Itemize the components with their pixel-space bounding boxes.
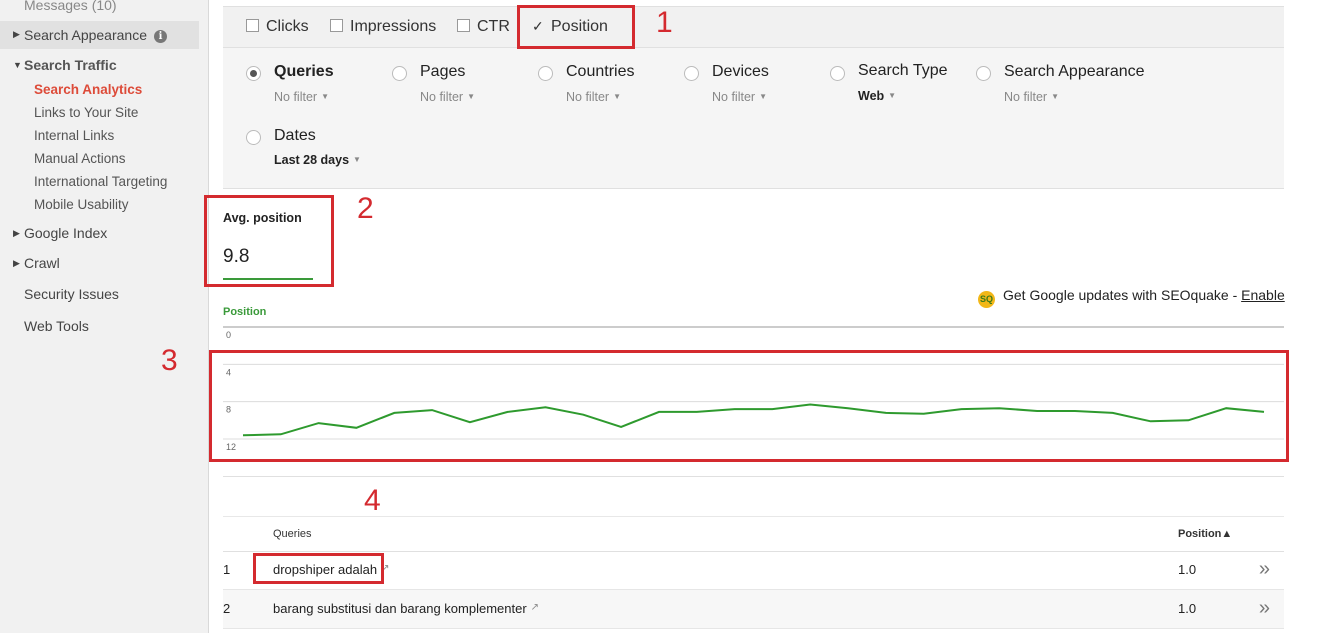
queries-dimension-title[interactable]: Queries <box>274 63 334 81</box>
sidebar-item-search-appearance[interactable]: ▶ Search Appearance i <box>0 21 199 49</box>
search-appearance-filter-dropdown[interactable]: No filter ▼ <box>1004 90 1059 104</box>
annotation-box-4 <box>253 553 384 584</box>
queries-column-header[interactable]: Queries <box>273 528 312 540</box>
dropdown-triangle-icon: ▼ <box>1051 92 1059 101</box>
caret-right-icon: ▶ <box>13 29 20 39</box>
search-type-dimension-title[interactable]: Search Type <box>858 62 948 80</box>
pages-radio[interactable] <box>392 66 407 81</box>
annotation-box-3 <box>209 350 1289 462</box>
seoquake-icon: SQ <box>978 291 995 308</box>
chart-legend-position[interactable]: Position <box>223 306 266 318</box>
sidebar-item-google-index[interactable]: ▶ Google Index <box>0 225 199 245</box>
checkbox-box <box>246 19 259 32</box>
annotation-box-2 <box>204 195 334 287</box>
row-position: 1.0 <box>1178 601 1197 616</box>
countries-filter-dropdown[interactable]: No filter ▼ <box>566 90 621 104</box>
position-column-header[interactable]: Position▲ <box>1178 528 1232 540</box>
dates-dimension-title[interactable]: Dates <box>274 127 316 145</box>
sidebar-item-label: Messages (10) <box>24 0 117 13</box>
sidebar-item-label: Crawl <box>24 255 60 271</box>
sidebar-item-messages[interactable]: Messages (10) <box>0 0 199 17</box>
sidebar-subitem-links-to-your-site[interactable]: Links to Your Site <box>34 105 138 120</box>
sidebar-item-label: Search Traffic <box>24 57 117 73</box>
sidebar-item-web-tools[interactable]: Web Tools <box>0 318 199 338</box>
queries-filter-dropdown[interactable]: No filter ▼ <box>274 90 329 104</box>
countries-radio[interactable] <box>538 66 553 81</box>
sidebar-item-search-traffic[interactable]: ▼ Search Traffic <box>0 57 199 77</box>
sidebar-subitem-internal-links[interactable]: Internal Links <box>34 128 114 143</box>
double-chevron-right-icon[interactable]: » <box>1259 597 1270 620</box>
sidebar-subitem-search-analytics[interactable]: Search Analytics <box>34 82 142 97</box>
sidebar-item-crawl[interactable]: ▶ Crawl <box>0 255 199 275</box>
annotation-number-4: 4 <box>364 484 381 517</box>
info-icon[interactable]: i <box>153 30 167 43</box>
sidebar-subitem-international-targeting[interactable]: International Targeting <box>34 174 167 189</box>
dropdown-triangle-icon: ▼ <box>353 155 361 164</box>
row-position: 1.0 <box>1178 562 1197 577</box>
checkbox-box <box>457 19 470 32</box>
metric-checkbox-row: Clicks Impressions CTR ✓ Position <box>223 7 1284 48</box>
filter-panel: Clicks Impressions CTR ✓ Position Queries… <box>223 6 1284 189</box>
caret-right-icon: ▶ <box>13 258 20 268</box>
dropdown-triangle-icon: ▼ <box>321 92 329 101</box>
devices-filter-dropdown[interactable]: No filter ▼ <box>712 90 767 104</box>
countries-dimension-title[interactable]: Countries <box>566 63 634 81</box>
double-chevron-right-icon[interactable]: » <box>1259 558 1270 581</box>
dropdown-triangle-icon: ▼ <box>467 92 475 101</box>
search-type-radio[interactable] <box>830 66 845 81</box>
annotation-number-1: 1 <box>656 6 673 39</box>
external-link-icon[interactable]: ↗ <box>531 602 539 613</box>
sidebar-subitem-manual-actions[interactable]: Manual Actions <box>34 151 126 166</box>
caret-down-icon: ▼ <box>13 60 22 70</box>
table-header: Queries Position▲ <box>223 516 1284 552</box>
pages-dimension-title[interactable]: Pages <box>420 63 465 81</box>
seoquake-banner: SQ Get Google updates with SEOquake - Ena… <box>978 287 1285 308</box>
annotation-box-1 <box>517 5 635 49</box>
table-divider <box>223 476 1284 477</box>
impressions-checkbox[interactable]: Impressions <box>330 18 436 36</box>
dropdown-triangle-icon: ▼ <box>613 92 621 101</box>
seoquake-enable-link[interactable]: Enable <box>1241 287 1285 303</box>
sidebar: Messages (10) ▶ Search Appearance i ▼ Sea… <box>0 0 209 633</box>
dropdown-triangle-icon: ▼ <box>759 92 767 101</box>
search-type-filter-dropdown[interactable]: Web ▼ <box>858 89 896 103</box>
devices-dimension-title[interactable]: Devices <box>712 63 769 81</box>
dropdown-triangle-icon: ▼ <box>888 91 897 100</box>
checkbox-box <box>330 19 343 32</box>
ctr-checkbox[interactable]: CTR <box>457 18 510 36</box>
sidebar-item-label: Google Index <box>24 225 108 241</box>
search-appearance-radio[interactable] <box>976 66 991 81</box>
clicks-checkbox[interactable]: Clicks <box>246 18 309 36</box>
sidebar-item-label: Security Issues <box>24 286 119 302</box>
caret-right-icon: ▶ <box>13 228 20 238</box>
dates-radio[interactable] <box>246 130 261 145</box>
seoquake-text: Get Google updates with SEOquake - <box>1003 287 1242 303</box>
annotation-number-3: 3 <box>161 344 178 377</box>
annotation-number-2: 2 <box>357 192 374 225</box>
search-appearance-dimension-title[interactable]: Search Appearance <box>1004 63 1145 81</box>
sidebar-item-label: Web Tools <box>24 318 89 334</box>
sidebar-item-label: Search Appearance i <box>24 27 167 43</box>
sidebar-item-security-issues[interactable]: Security Issues <box>0 286 199 306</box>
row-query[interactable]: barang substitusi dan barang komplemente… <box>273 601 539 616</box>
pages-filter-dropdown[interactable]: No filter ▼ <box>420 90 475 104</box>
row-index: 1 <box>223 562 231 577</box>
devices-radio[interactable] <box>684 66 699 81</box>
dates-filter-dropdown[interactable]: Last 28 days ▼ <box>274 153 361 167</box>
sidebar-subitem-mobile-usability[interactable]: Mobile Usability <box>34 197 129 212</box>
row-index: 2 <box>223 601 231 616</box>
queries-radio[interactable] <box>246 66 261 81</box>
chart-y-tick-label: 0 <box>226 330 231 340</box>
table-row[interactable]: 2 barang substitusi dan barang komplemen… <box>223 590 1284 629</box>
